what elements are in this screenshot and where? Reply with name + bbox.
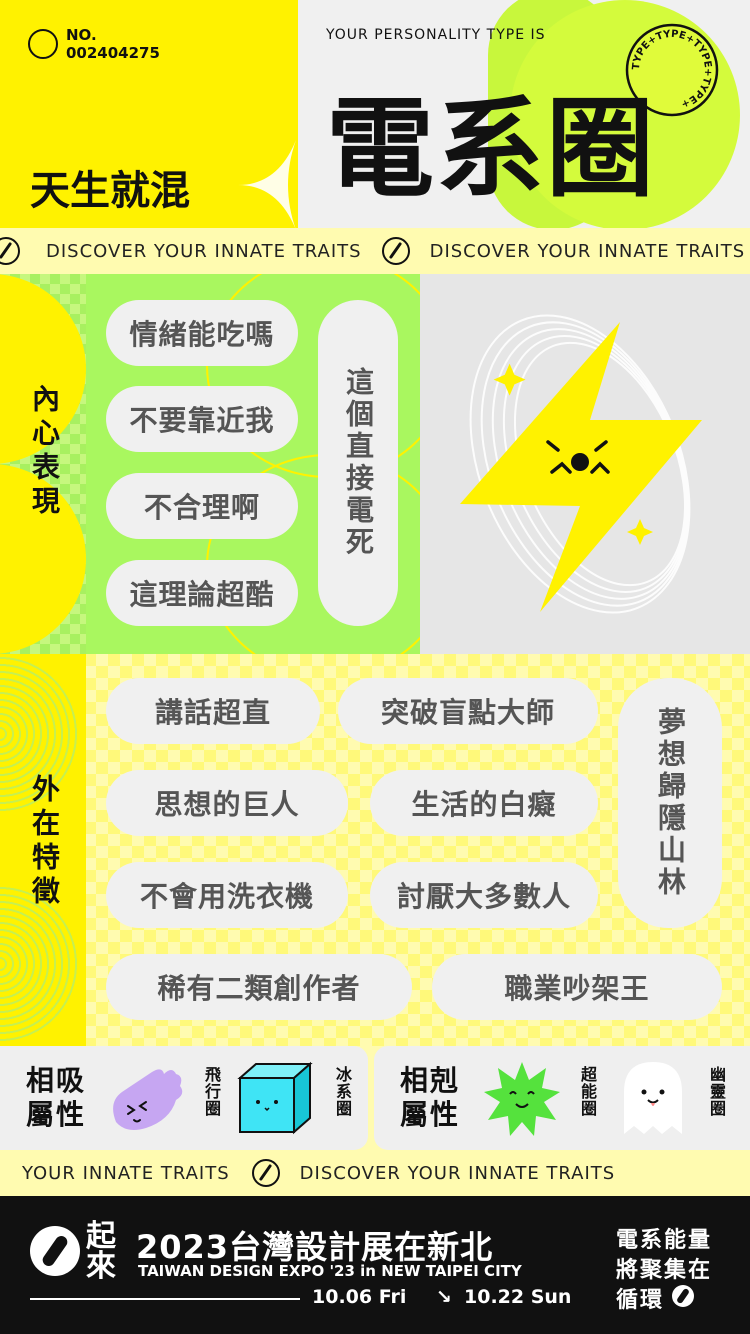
inner-trait-pill: 不要靠近我 <box>106 386 298 452</box>
green-star-icon <box>484 1062 560 1136</box>
attract-name: 飛行圈 <box>202 1066 221 1117</box>
banner-text: DISCOVER YOUR INNATE TRAITS <box>299 1162 616 1184</box>
banner-text: DISCOVER YOUR INNATE TRAITS <box>46 240 362 262</box>
footer-divider <box>30 1298 300 1300</box>
inner-section: 內心表現 情緒能吃嗎 不要靠近我 不合理啊 這理論超酷 這個直接電死 <box>0 274 750 654</box>
footer-logo-circle-icon <box>30 1226 80 1276</box>
inner-vertical-pill: 這個直接電死 <box>318 300 398 626</box>
attract-name: 冰系圈 <box>333 1066 352 1117</box>
inner-trait-pill: 情緒能吃嗎 <box>106 300 298 366</box>
outer-trait-pill: 討厭大多數人 <box>370 862 598 928</box>
date-end: 10.22 Sun <box>464 1286 572 1308</box>
slogan-line: 循環 <box>616 1288 665 1313</box>
lightning-mascot-icon <box>460 314 702 614</box>
footer-logo-text: 起來 <box>86 1219 116 1284</box>
conflict-name: 幽靈圈 <box>707 1066 726 1117</box>
zero-circle-icon <box>381 237 410 265</box>
inner-trait-pill: 不合理啊 <box>106 473 298 539</box>
outer-trait-pill: 突破盲點大師 <box>338 678 598 744</box>
serial-number: 002404275 <box>66 44 160 62</box>
number-circle-icon <box>28 29 58 59</box>
compat-section: 相吸屬性 飛行圈 冰系圈 相剋屬性 超能圈 幽靈圈 <box>0 1046 750 1150</box>
attract-label: 相吸屬性 <box>26 1064 87 1131</box>
top-banner: DISCOVER YOUR INNATE TRAITS DISCOVER YOU… <box>0 228 750 274</box>
outer-trait-pill: 不會用洗衣機 <box>106 862 348 928</box>
inner-label: 內心表現 <box>28 384 61 520</box>
outer-trait-pill: 職業吵架王 <box>432 954 722 1020</box>
slogan-line: 將聚集在 <box>616 1258 713 1283</box>
outer-section: 外在特徵 講話超直 突破盲點大師 思想的巨人 生活的白癡 不會用洗衣機 討厭大多… <box>0 654 750 1046</box>
inner-trait-pill: 這理論超酷 <box>106 560 298 626</box>
date-start: 10.06 Fri <box>312 1286 407 1308</box>
cyan-cube-icon <box>237 1061 313 1135</box>
type-name: 電系圈 <box>326 87 657 212</box>
sparkle-arrow-icon <box>238 140 296 230</box>
outer-trait-pill: 稀有二類創作者 <box>106 954 412 1020</box>
outer-vertical-pill: 夢想歸隱山林 <box>618 678 722 928</box>
ghost-icon <box>624 1062 682 1134</box>
type-prefix: 天生就混 <box>30 168 190 214</box>
banner-text: DISCOVER YOUR INNATE TRAITS <box>429 240 746 262</box>
personality-card: NO. 002404275 YOUR PERSONALITY TYPE IS T… <box>0 0 750 1334</box>
outer-trait-pill: 講話超直 <box>106 678 320 744</box>
slogan-line: 電系能量 <box>616 1228 713 1253</box>
banner-text: YOUR INNATE TRAITS <box>22 1162 230 1184</box>
conflict-name: 超能圈 <box>578 1066 597 1117</box>
outer-trait-pill: 生活的白癡 <box>370 770 598 836</box>
intro-text: YOUR PERSONALITY TYPE IS <box>326 27 546 43</box>
bottom-banner: YOUR INNATE TRAITS DISCOVER YOUR INNATE … <box>0 1150 750 1196</box>
serial-label: NO. <box>66 26 97 44</box>
expo-subtitle: TAIWAN DESIGN EXPO '23 in NEW TAIPEI CIT… <box>138 1262 522 1280</box>
purple-hand-icon <box>113 1069 183 1130</box>
zero-circle-icon <box>251 1159 280 1187</box>
date-arrow-icon: ↘ <box>436 1286 452 1308</box>
footer: 起來 2023台灣設計展在新北 TAIWAN DESIGN EXPO '23 i… <box>0 1196 750 1334</box>
zero-circle-icon <box>0 237 20 265</box>
outer-trait-pill: 思想的巨人 <box>106 770 348 836</box>
outer-label: 外在特徵 <box>28 774 61 910</box>
conflict-label: 相剋屬性 <box>400 1064 461 1131</box>
slogan-circle-icon <box>672 1285 694 1307</box>
